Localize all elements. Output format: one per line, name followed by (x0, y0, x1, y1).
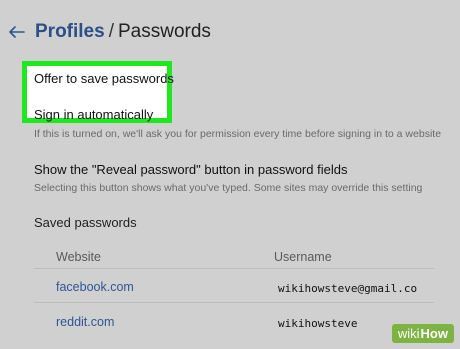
reveal-password-button-label[interactable]: Show the "Reveal password" button in pas… (34, 162, 347, 177)
table-divider (34, 302, 434, 303)
breadcrumb-separator: / (108, 21, 114, 42)
watermark-prefix: wiki (397, 326, 420, 341)
wikihow-watermark: wikiHow (391, 324, 454, 343)
sign-in-automatically-label[interactable]: Sign in automatically (34, 107, 153, 122)
offer-to-save-passwords-label[interactable]: Offer to save passwords (34, 71, 174, 86)
sign-in-automatically-description: If this is turned on, we'll ask you for … (34, 128, 442, 140)
username-cell: wikihowsteve@gmail.co (278, 282, 418, 295)
back-arrow-svg (9, 26, 25, 38)
page-title: Passwords (117, 21, 211, 42)
website-column-header[interactable]: Website (56, 250, 101, 264)
back-arrow-icon[interactable] (8, 23, 26, 41)
page-header: Profiles / Passwords (8, 18, 211, 46)
username-cell: wikihowsteve (278, 317, 358, 330)
breadcrumb: Profiles / Passwords (35, 21, 211, 43)
reveal-password-button-description: Selecting this button shows what you've … (34, 182, 423, 194)
table-divider (34, 268, 434, 269)
watermark-suffix: How (420, 326, 448, 341)
username-column-header[interactable]: Username (274, 250, 332, 264)
saved-passwords-title: Saved passwords (34, 215, 137, 230)
passwords-settings-page: Profiles / Passwords Offer to save passwor… (0, 0, 460, 349)
breadcrumb-profiles-link[interactable]: Profiles (35, 21, 105, 42)
website-link-facebook[interactable]: facebook.com (56, 280, 134, 294)
website-link-reddit[interactable]: reddit.com (56, 315, 114, 329)
